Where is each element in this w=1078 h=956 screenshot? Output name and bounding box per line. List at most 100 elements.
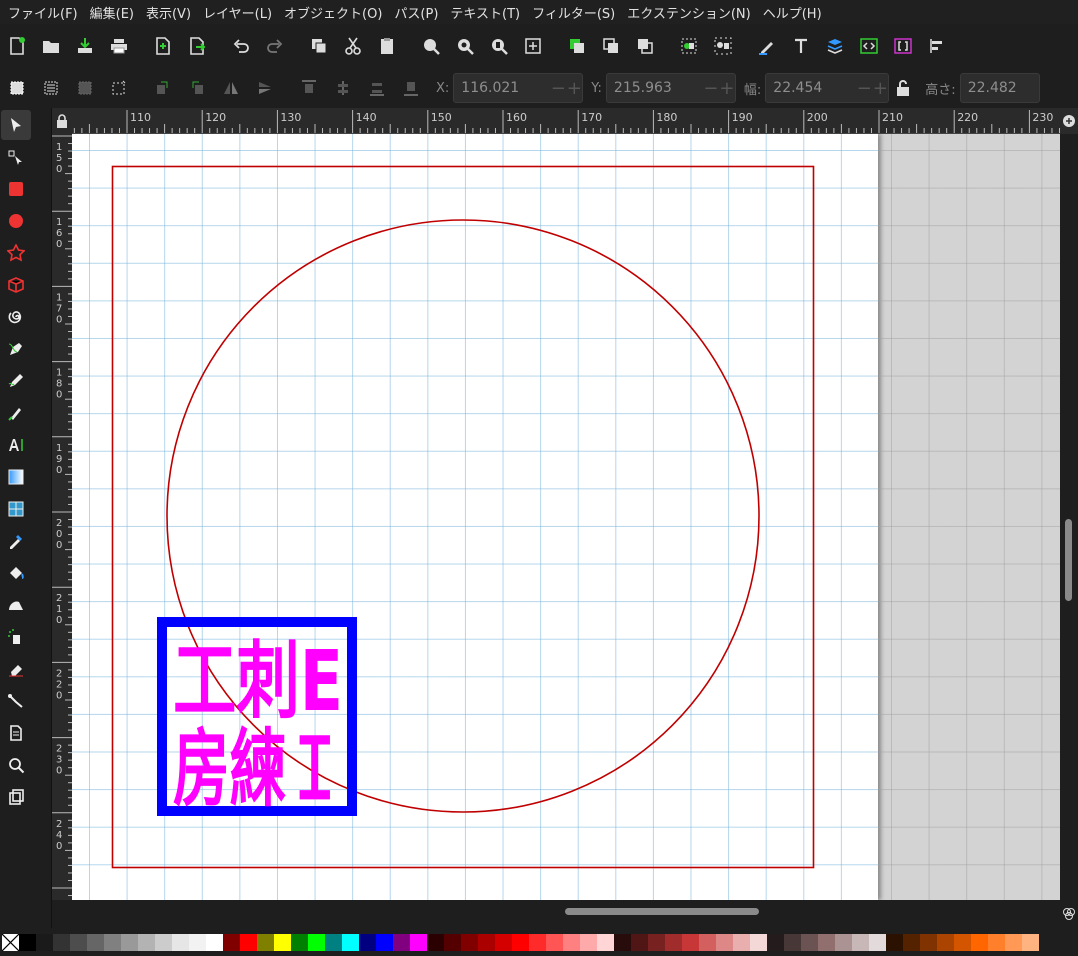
color-swatch[interactable] xyxy=(699,933,716,951)
align-distribute-icon[interactable] xyxy=(920,30,954,62)
gradient-tool-icon[interactable] xyxy=(1,462,31,492)
lock-ratio-icon[interactable] xyxy=(889,72,917,104)
zoom-selection-icon[interactable] xyxy=(414,30,448,62)
color-swatch[interactable] xyxy=(597,933,614,951)
fill-stroke-icon[interactable] xyxy=(750,30,784,62)
select-all-icon[interactable] xyxy=(0,72,34,104)
color-swatch[interactable] xyxy=(716,933,733,951)
zoom-page-icon[interactable] xyxy=(482,30,516,62)
color-swatch[interactable] xyxy=(53,933,70,951)
color-swatch[interactable] xyxy=(70,933,87,951)
color-swatch[interactable] xyxy=(631,933,648,951)
print-icon[interactable] xyxy=(102,30,136,62)
select-all-layers-icon[interactable] xyxy=(34,72,68,104)
node-tool-icon[interactable] xyxy=(1,142,31,172)
height-field[interactable]: 22.482 xyxy=(959,73,1040,103)
ruler-corner-lock-icon[interactable] xyxy=(52,108,72,134)
rotate-ccw-icon[interactable] xyxy=(146,72,180,104)
color-swatch[interactable] xyxy=(835,933,852,951)
menu-path[interactable]: パス(P) xyxy=(390,3,446,22)
color-swatch[interactable] xyxy=(189,933,206,951)
color-swatch[interactable] xyxy=(121,933,138,951)
lower-to-bottom-icon[interactable] xyxy=(394,72,428,104)
raise-icon[interactable] xyxy=(326,72,360,104)
measure-tool-icon[interactable] xyxy=(1,782,31,812)
color-swatch[interactable] xyxy=(529,933,546,951)
color-swatch[interactable] xyxy=(614,933,631,951)
export-icon[interactable] xyxy=(180,30,214,62)
color-swatch[interactable] xyxy=(563,933,580,951)
redo-icon[interactable] xyxy=(258,30,292,62)
color-swatch[interactable] xyxy=(291,933,308,951)
ungroup-icon[interactable] xyxy=(706,30,740,62)
color-swatch[interactable] xyxy=(1005,933,1022,951)
calligraphy-tool-icon[interactable] xyxy=(1,398,31,428)
color-swatch[interactable] xyxy=(495,933,512,951)
new-document-icon[interactable] xyxy=(0,30,34,62)
color-swatch[interactable] xyxy=(461,933,478,951)
color-swatch[interactable] xyxy=(869,933,886,951)
minus-icon[interactable]: − xyxy=(550,78,566,99)
color-swatch[interactable] xyxy=(580,933,597,951)
menu-text[interactable]: テキスト(T) xyxy=(446,3,528,22)
color-swatch[interactable] xyxy=(920,933,937,951)
color-swatch[interactable] xyxy=(733,933,750,951)
menu-help[interactable]: ヘルプ(H) xyxy=(759,3,830,22)
color-swatch[interactable] xyxy=(954,933,971,951)
color-swatch[interactable] xyxy=(359,933,376,951)
unlink-clone-icon[interactable] xyxy=(628,30,662,62)
color-swatch[interactable] xyxy=(223,933,240,951)
color-swatch[interactable] xyxy=(648,933,665,951)
color-swatch[interactable] xyxy=(427,933,444,951)
deselect-icon[interactable] xyxy=(68,72,102,104)
pen-tool-icon[interactable] xyxy=(1,334,31,364)
dropper-tool-icon[interactable] xyxy=(1,526,31,556)
selector-tool-icon[interactable] xyxy=(1,110,31,140)
text-font-icon[interactable] xyxy=(784,30,818,62)
color-swatch[interactable] xyxy=(325,933,342,951)
color-swatch[interactable] xyxy=(19,933,36,951)
rotate-cw-icon[interactable] xyxy=(180,72,214,104)
color-swatch[interactable] xyxy=(767,933,784,951)
group-icon[interactable] xyxy=(672,30,706,62)
tweak-tool-icon[interactable] xyxy=(1,590,31,620)
color-swatch[interactable] xyxy=(886,933,903,951)
vertical-scrollbar[interactable] xyxy=(1060,134,1078,900)
color-swatch[interactable] xyxy=(342,933,359,951)
open-folder-icon[interactable] xyxy=(34,30,68,62)
vertical-scroll-thumb[interactable] xyxy=(1065,519,1072,601)
cut-icon[interactable] xyxy=(336,30,370,62)
color-swatch[interactable] xyxy=(1022,933,1039,951)
color-swatch[interactable] xyxy=(308,933,325,951)
zoom-center-icon[interactable] xyxy=(516,30,550,62)
touch-select-icon[interactable] xyxy=(102,72,136,104)
plus-icon[interactable]: + xyxy=(719,78,735,99)
minus-icon[interactable]: − xyxy=(856,78,872,99)
no-paint-swatch[interactable] xyxy=(1,933,20,951)
horizontal-scroll-thumb[interactable] xyxy=(565,908,759,915)
menu-filters[interactable]: フィルター(S) xyxy=(528,3,623,22)
xml-editor-icon[interactable] xyxy=(852,30,886,62)
zoom-tool-icon[interactable] xyxy=(1,750,31,780)
color-swatch[interactable] xyxy=(546,933,563,951)
lower-icon[interactable] xyxy=(360,72,394,104)
connector-tool-icon[interactable] xyxy=(1,686,31,716)
menu-view[interactable]: 表示(V) xyxy=(142,3,199,22)
color-swatch[interactable] xyxy=(903,933,920,951)
color-swatch[interactable] xyxy=(257,933,274,951)
zoom-drawing-icon[interactable] xyxy=(448,30,482,62)
duplicate-icon[interactable] xyxy=(560,30,594,62)
color-swatch[interactable] xyxy=(444,933,461,951)
color-swatch[interactable] xyxy=(240,933,257,951)
spray-tool-icon[interactable] xyxy=(1,622,31,652)
y-field[interactable]: 215.963− + xyxy=(605,73,736,103)
selectors-css-icon[interactable] xyxy=(886,30,920,62)
color-swatch[interactable] xyxy=(274,933,291,951)
color-manage-icon[interactable] xyxy=(1060,900,1078,928)
text-tool-icon[interactable] xyxy=(1,430,31,460)
color-swatch[interactable] xyxy=(852,933,869,951)
eraser-tool-icon[interactable] xyxy=(1,654,31,684)
plus-icon[interactable]: + xyxy=(872,78,888,99)
star-tool-icon[interactable] xyxy=(1,238,31,268)
color-swatch[interactable] xyxy=(682,933,699,951)
